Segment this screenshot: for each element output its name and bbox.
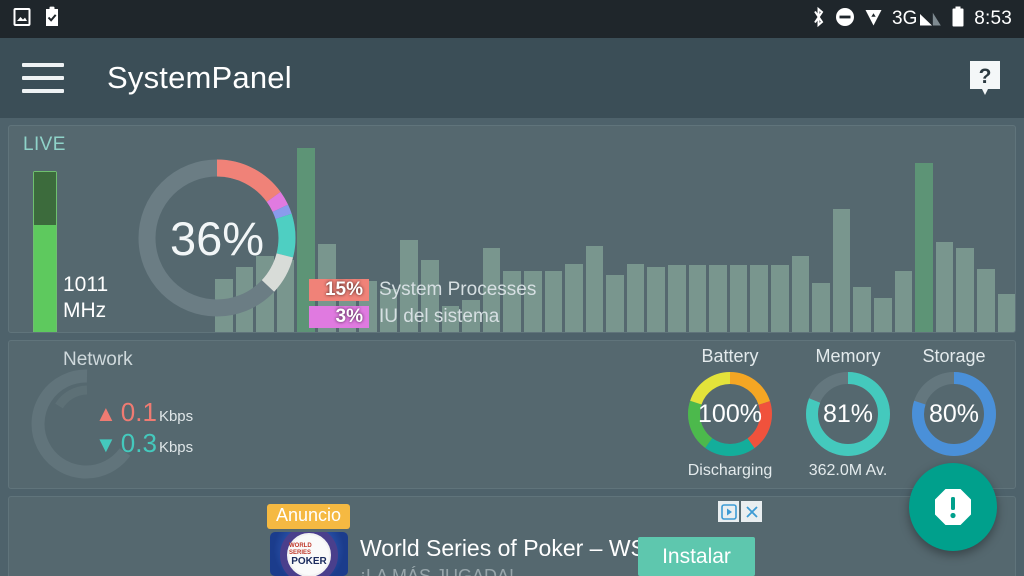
- adchoices-icon[interactable]: [718, 501, 739, 522]
- cpu-legend-label: System Processes: [379, 278, 537, 300]
- storage-ring: 80%: [908, 368, 1000, 460]
- cpu-history-bar: [956, 248, 974, 332]
- frequency-headroom: [34, 172, 56, 225]
- signal-3g-icon: 3G: [892, 6, 942, 33]
- poker-chip-icon: WORLD SERIES POKER: [280, 532, 338, 576]
- hamburger-menu-icon[interactable]: [22, 63, 64, 93]
- cpu-history-bar: [915, 163, 933, 332]
- cpu-legend-label: IU del sistema: [379, 305, 500, 327]
- cpu-history-bar: [812, 282, 830, 332]
- cpu-history-bar: [874, 298, 892, 332]
- cpu-history-bar: [771, 265, 789, 332]
- cpu-history-bar: [729, 265, 748, 332]
- ad-badge: Anuncio: [267, 504, 351, 529]
- bluetooth-icon: [811, 6, 826, 33]
- cpu-legend-row: 15% System Processes: [309, 276, 591, 303]
- clipboard-check-icon: [42, 6, 62, 32]
- cpu-legend: 15% System Processes 3% IU del sistema 2%Ser…: [309, 276, 591, 334]
- network-download-row: ▼ 0.3 Kbps: [95, 428, 193, 459]
- chevron-up-icon: ▲: [95, 401, 117, 426]
- cpu-history-bar: [791, 255, 810, 332]
- svg-text:3G: 3G: [892, 8, 917, 28]
- do-not-disturb-icon: [835, 7, 855, 32]
- status-bar-right-icons: 3G 8:53: [811, 6, 1012, 33]
- cpu-card[interactable]: LIVE 1011 MHz 36% 15% System Processes 3% I…: [8, 125, 1016, 333]
- cpu-history-bar: [647, 267, 666, 332]
- ad-install-button[interactable]: Instalar: [638, 537, 755, 576]
- cpu-history-bar: [935, 242, 954, 332]
- cpu-legend-row: 3% IU del sistema: [309, 303, 591, 330]
- network-upload-row: ▲ 0.1 Kbps: [95, 397, 193, 428]
- cpu-legend-percent: 2%: [309, 333, 369, 334]
- frequency-value: 1011: [63, 273, 109, 296]
- svg-text:?: ?: [979, 65, 992, 88]
- cpu-legend-label: Servicios de Google Play: [369, 333, 591, 334]
- chip-text-top: WORLD SERIES: [289, 542, 312, 556]
- cpu-history-bar: [626, 263, 645, 332]
- cpu-legend-percent: 15%: [309, 278, 369, 301]
- live-label: LIVE: [23, 134, 66, 155]
- cpu-history-bar: [688, 265, 707, 332]
- cpu-history-bar: [853, 286, 871, 332]
- image-icon: [12, 7, 32, 32]
- network-rates: ▲ 0.1 Kbps ▼ 0.3 Kbps: [95, 397, 193, 459]
- help-question-icon[interactable]: ?: [968, 59, 1002, 97]
- cpu-usage-donut: 36%: [127, 148, 307, 328]
- poker-chip-label: WORLD SERIES POKER: [289, 534, 329, 575]
- cpu-legend-percent: 3%: [309, 305, 369, 328]
- frequency-fill: [34, 224, 56, 332]
- battery-title: Battery: [701, 346, 759, 366]
- page-title: SystemPanel: [107, 60, 292, 95]
- cpu-history-bar: [976, 269, 995, 332]
- cpu-history-bar: [750, 265, 769, 332]
- chip-text-bottom: POKER: [291, 555, 327, 567]
- ad-app-icon[interactable]: WORLD SERIES POKER: [270, 532, 348, 576]
- cpu-history-bar: [668, 265, 686, 332]
- cpu-frequency-readout: 1011 MHz: [63, 272, 108, 324]
- battery-ring: 100%: [684, 368, 776, 460]
- frequency-unit: MHz: [63, 299, 107, 322]
- cpu-history-bar: [709, 265, 727, 332]
- memory-value: 81%: [822, 399, 874, 428]
- app-screen: 3G 8:53 SystemPanel ? LIVE 1011 MHz 36% …: [0, 0, 1024, 576]
- battery-status: Discharging: [687, 462, 773, 479]
- download-unit: Kbps: [158, 439, 194, 456]
- status-bar: 3G 8:53: [0, 0, 1024, 38]
- ad-controls: [718, 501, 762, 522]
- upload-unit: Kbps: [158, 408, 194, 425]
- battery-icon: [951, 6, 965, 33]
- cpu-history-bar: [606, 275, 624, 332]
- cpu-history-bar: [832, 209, 851, 332]
- memory-gauge[interactable]: Memory 81% 362.0M Av.: [796, 346, 900, 480]
- ad-subtitle: ¡LA MÁS JUGADA!: [360, 566, 515, 576]
- cpu-frequency-gauge: [33, 171, 57, 332]
- warning-fab-button[interactable]: [909, 463, 997, 551]
- cpu-history-bar: [997, 294, 1015, 332]
- close-icon[interactable]: [741, 501, 762, 522]
- frequency-track: [33, 171, 57, 332]
- upload-value: 0.1: [120, 397, 157, 427]
- storage-value: 80%: [928, 399, 980, 428]
- memory-title: Memory: [815, 346, 881, 366]
- cpu-legend-row: 2%Servicios de Google Play: [309, 330, 591, 334]
- battery-gauge[interactable]: Battery 100% Discharging: [678, 346, 782, 480]
- download-value: 0.3: [120, 428, 157, 458]
- cpu-history-bar: [894, 271, 913, 332]
- vpn-icon: [864, 7, 883, 32]
- memory-available: 362.0M Av.: [808, 462, 888, 479]
- app-bar: SystemPanel ?: [0, 38, 1024, 118]
- warning-octagon-icon: [935, 489, 971, 525]
- cpu-usage-value: 36%: [169, 211, 265, 265]
- ad-title: World Series of Poker – WSOP: [360, 535, 680, 561]
- battery-value: 100%: [698, 399, 762, 428]
- status-bar-left-icons: [12, 6, 62, 32]
- memory-ring: 81%: [802, 368, 894, 460]
- chevron-down-icon: ▼: [95, 432, 117, 457]
- status-bar-clock: 8:53: [974, 8, 1012, 29]
- storage-title: Storage: [922, 346, 986, 366]
- storage-gauge[interactable]: Storage 80%: [902, 346, 1006, 460]
